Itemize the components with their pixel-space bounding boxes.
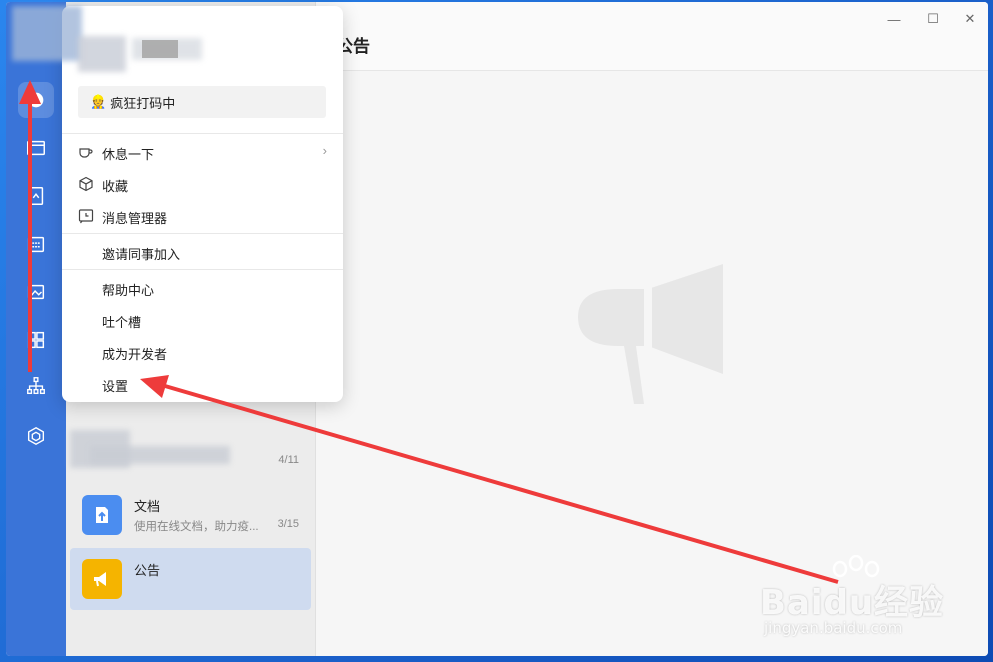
divider	[62, 133, 343, 134]
list-item-title: 文档	[134, 499, 161, 514]
menu-item-label: 帮助中心	[102, 283, 155, 298]
sidebar-mail-icon[interactable]	[18, 130, 54, 166]
chat-bubble-icon	[28, 92, 44, 108]
close-button[interactable]: ✕	[960, 10, 980, 28]
sidebar-docs-icon[interactable]	[18, 178, 54, 214]
main-header: 公告 — ☐ ✕	[316, 2, 988, 71]
menu-item-invite[interactable]: 邀请同事加入	[62, 237, 343, 267]
calendar-icon	[27, 236, 45, 253]
chevron-right-icon: ›	[322, 143, 327, 158]
menu-item-help[interactable]: 帮助中心	[62, 273, 343, 303]
org-chart-icon	[27, 377, 45, 395]
sidebar-apps-icon[interactable]	[18, 322, 54, 358]
megaphone-icon	[578, 264, 723, 404]
divider	[62, 233, 343, 234]
mail-icon	[27, 140, 45, 156]
docs-app-icon	[82, 495, 122, 535]
menu-item-label: 设置	[102, 379, 129, 394]
list-item-date: 4/11	[278, 454, 299, 466]
grid-icon	[27, 331, 45, 349]
sidebar	[6, 2, 66, 656]
status-field[interactable]: 👷 疯狂打码中	[78, 86, 326, 118]
menu-item-label: 休息一下	[102, 147, 155, 162]
list-item-date: 3/15	[277, 518, 299, 530]
list-item-selected[interactable]: 公告	[70, 548, 311, 610]
sidebar-calendar-icon[interactable]	[18, 226, 54, 262]
status-text: 疯狂打码中	[110, 95, 176, 111]
clock-icon	[78, 209, 94, 224]
emoji-icon: 👷	[90, 94, 107, 109]
profile-menu-popup: 👷 疯狂打码中 休息一下 › 收藏 消息管理器 邀请同事加入 帮助中心 吐个槽 …	[12, 6, 343, 402]
sidebar-drive-icon[interactable]	[18, 274, 54, 310]
menu-item-message-manager[interactable]: 消息管理器	[62, 201, 343, 231]
notice-app-icon	[82, 559, 122, 599]
image-icon	[27, 284, 45, 300]
menu-item-label: 邀请同事加入	[102, 247, 181, 262]
menu-item-label: 吐个槽	[102, 315, 142, 330]
blurred-text	[90, 446, 230, 464]
menu-item-label: 成为开发者	[102, 347, 168, 362]
list-item-subtitle: 使用在线文档，助力疫...	[134, 521, 259, 533]
maximize-button[interactable]: ☐	[923, 10, 943, 28]
divider	[62, 269, 343, 270]
minimize-button[interactable]: —	[884, 10, 904, 28]
sidebar-workbench-icon[interactable]	[18, 418, 54, 454]
baidu-watermark: Baidu经验 jingyan.baidu.com	[760, 555, 988, 650]
watermark-url: jingyan.baidu.com	[764, 619, 903, 637]
sidebar-contacts-icon[interactable]	[18, 368, 54, 404]
menu-item-developer[interactable]: 成为开发者	[62, 337, 343, 367]
sidebar-messages-icon[interactable]	[18, 82, 54, 118]
list-item[interactable]: 文档 使用在线文档，助力疫... 3/15	[70, 484, 311, 546]
menu-item-feedback[interactable]: 吐个槽	[62, 305, 343, 335]
menu-item-settings[interactable]: 设置	[62, 369, 343, 399]
list-item[interactable]: 4/11	[70, 420, 311, 482]
menu-item-favorites[interactable]: 收藏	[62, 169, 343, 199]
menu-item-label: 消息管理器	[102, 211, 168, 226]
list-item-title: 公告	[134, 563, 161, 578]
watermark-text: Baidu经验	[760, 583, 945, 623]
cube-icon	[27, 426, 45, 446]
blurred-profile-header	[12, 6, 272, 86]
coffee-icon	[79, 148, 93, 158]
cube-icon	[79, 176, 93, 192]
menu-item-label: 收藏	[102, 179, 129, 194]
document-icon	[28, 187, 44, 205]
menu-item-rest[interactable]: 休息一下 ›	[62, 137, 343, 167]
